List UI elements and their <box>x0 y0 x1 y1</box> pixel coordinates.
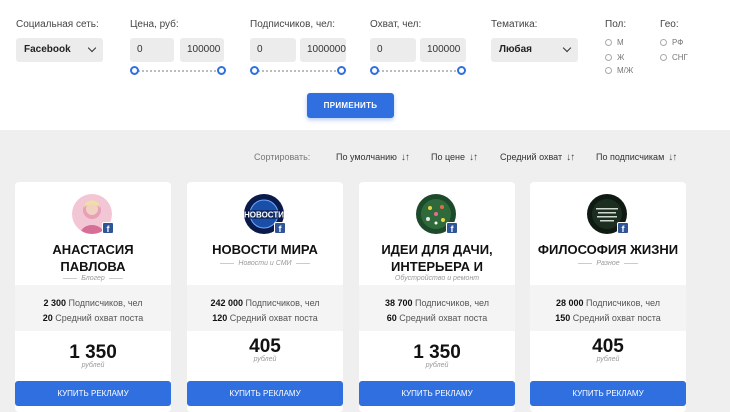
price-currency: рублей <box>253 356 277 363</box>
price-value: 1 350 <box>413 342 461 363</box>
social-network-label: Социальная сеть: <box>16 19 99 30</box>
geo-option-label: СНГ <box>672 53 688 62</box>
sort-price[interactable]: По цене ↓↑ <box>431 152 478 163</box>
price-min-input[interactable]: 0 <box>130 38 174 62</box>
price-value: 405 <box>249 336 281 357</box>
reach-slider-min-handle[interactable] <box>370 66 379 75</box>
channel-name: ФИЛОСОФИЯ ЖИЗНИ <box>537 242 679 257</box>
reach-slider-max-handle[interactable] <box>457 66 466 75</box>
price-label: Цена, руб: <box>130 19 179 30</box>
channel-name: ИДЕИ ДЛЯ ДАЧИ, ИНТЕРЬЕРА И <box>381 242 493 274</box>
price-range-slider[interactable] <box>130 66 226 76</box>
subscribers-stat: 2 300 Подписчиков, чел <box>43 298 143 308</box>
price-currency: рублей <box>425 362 449 369</box>
subscribers-stat: 38 700 Подписчиков, чел <box>384 298 490 308</box>
gender-option-label: М <box>617 38 624 47</box>
facebook-icon: f <box>274 222 286 234</box>
price-value: 405 <box>592 336 624 357</box>
price-currency: рублей <box>81 362 105 369</box>
topic-label: Тематика: <box>491 19 538 30</box>
price-currency: рублей <box>596 356 620 363</box>
radio-circle-icon <box>605 67 612 74</box>
channel-category: Разное <box>530 260 686 267</box>
sort-arrows-icon: ↓↑ <box>400 152 410 163</box>
sort-subscribers[interactable]: По подписчикам ↓↑ <box>596 152 677 163</box>
avatar-text: НОВОСТИ <box>244 211 284 220</box>
channel-stats: 2 300 Подписчиков, чел 20 Средний охват … <box>15 285 171 331</box>
sort-reach[interactable]: Средний охват ↓↑ <box>500 152 575 163</box>
channel-stats: 242 000 Подписчиков, чел 120 Средний охв… <box>187 285 343 331</box>
topic-value: Любая <box>499 44 532 55</box>
subscribers-stat: 242 000 Подписчиков, чел <box>210 298 320 308</box>
reach-slider-track <box>374 70 462 72</box>
apply-button[interactable]: ПРИМЕНИТЬ <box>307 93 394 118</box>
channel-card: f ФИЛОСОФИЯ ЖИЗНИ Разное 28 000 Подписчи… <box>530 182 686 412</box>
facebook-icon: f <box>102 222 114 234</box>
subscribers-slider-max-handle[interactable] <box>337 66 346 75</box>
chevron-down-icon <box>562 43 572 53</box>
sort-label: Сортировать: <box>254 152 311 162</box>
channel-category: Новости и СМИ <box>187 260 343 267</box>
price-slider-track <box>134 70 222 72</box>
sort-option-label: По подписчикам <box>596 152 665 162</box>
reach-stat: 150 Средний охват поста <box>555 313 661 323</box>
channel-stats: 38 700 Подписчиков, чел 60 Средний охват… <box>359 285 515 331</box>
radio-circle-icon <box>605 39 612 46</box>
sort-option-label: По умолчанию <box>336 152 397 162</box>
radio-circle-icon <box>660 54 667 61</box>
price-slider-min-handle[interactable] <box>130 66 139 75</box>
filters-panel: Социальная сеть: Facebook Цена, руб: 0 1… <box>0 0 730 130</box>
subscribers-slider-min-handle[interactable] <box>250 66 259 75</box>
reach-max-input[interactable]: 100000 <box>420 38 466 62</box>
geo-label: Гео: <box>660 19 679 30</box>
channel-card: НОВОСТИ f НОВОСТИ МИРА Новости и СМИ 242… <box>187 182 343 412</box>
subscribers-min-input[interactable]: 0 <box>250 38 296 62</box>
sort-default[interactable]: По умолчанию ↓↑ <box>336 152 410 163</box>
subscribers-label: Подписчиков, чел: <box>250 19 336 30</box>
gender-label: Пол: <box>605 19 627 30</box>
reach-range-slider[interactable] <box>370 66 466 76</box>
sort-arrows-icon: ↓↑ <box>469 152 478 163</box>
reach-stat: 120 Средний охват поста <box>212 313 318 323</box>
subscribers-stat: 28 000 Подписчиков, чел <box>555 298 661 308</box>
gender-option-label: М/Ж <box>617 66 634 75</box>
sort-option-label: По цене <box>431 152 466 162</box>
channel-card: f ИДЕИ ДЛЯ ДАЧИ, ИНТЕРЬЕРА И Обустройств… <box>359 182 515 412</box>
channel-name: АНАСТАСИЯ ПАВЛОВА <box>52 242 134 274</box>
facebook-icon: f <box>446 222 458 234</box>
buy-ad-button[interactable]: КУПИТЬ РЕКЛАМУ <box>359 381 515 406</box>
reach-stat: 20 Средний охват поста <box>42 313 144 323</box>
topic-select[interactable]: Любая <box>491 38 578 62</box>
buy-ad-button[interactable]: КУПИТЬ РЕКЛАМУ <box>15 381 171 406</box>
subscribers-slider-track <box>254 70 342 72</box>
price-slider-max-handle[interactable] <box>217 66 226 75</box>
price-max-input[interactable]: 100000 <box>180 38 224 62</box>
reach-min-input[interactable]: 0 <box>370 38 416 62</box>
subscribers-max-input[interactable]: 1000000 <box>300 38 346 62</box>
channel-category: Блогер <box>15 275 171 282</box>
buy-ad-button[interactable]: КУПИТЬ РЕКЛАМУ <box>530 381 686 406</box>
subscribers-range-slider[interactable] <box>250 66 346 76</box>
channel-name: НОВОСТИ МИРА <box>212 242 318 257</box>
social-network-value: Facebook <box>24 44 71 55</box>
channel-stats: 28 000 Подписчиков, чел 150 Средний охва… <box>530 285 686 331</box>
buy-ad-button[interactable]: КУПИТЬ РЕКЛАМУ <box>187 381 343 406</box>
sort-arrows-icon: ↓↑ <box>566 152 575 163</box>
facebook-icon: f <box>617 222 629 234</box>
social-network-select[interactable]: Facebook <box>16 38 103 62</box>
reach-label: Охват, чел: <box>370 19 422 30</box>
gender-option-label: Ж <box>617 53 625 62</box>
price-value: 1 350 <box>69 342 117 363</box>
geo-option-label: РФ <box>672 38 684 47</box>
radio-circle-icon <box>605 54 612 61</box>
reach-stat: 60 Средний охват поста <box>386 313 488 323</box>
channel-card: f АНАСТАСИЯ ПАВЛОВА Блогер 2 300 Подписч… <box>15 182 171 412</box>
sort-option-label: Средний охват <box>500 152 563 162</box>
radio-circle-icon <box>660 39 667 46</box>
chevron-down-icon <box>87 43 97 53</box>
channel-category: Обустройство и ремонт <box>394 275 480 282</box>
sort-arrows-icon: ↓↑ <box>668 152 677 163</box>
